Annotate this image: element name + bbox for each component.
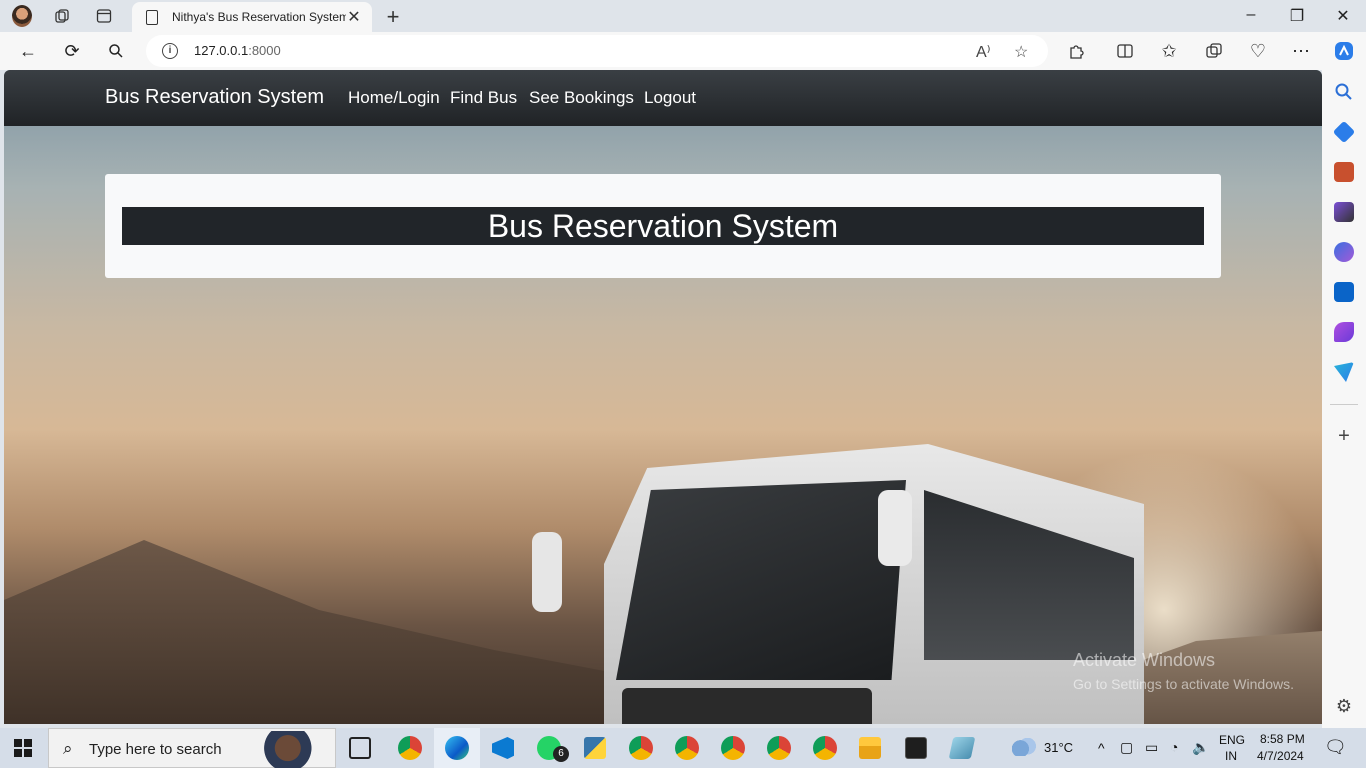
activation-watermark-title: Activate Windows xyxy=(1073,650,1216,670)
chrome-icon[interactable] xyxy=(398,736,422,760)
battery-icon[interactable]: ▭ xyxy=(1145,739,1158,756)
site-info-icon[interactable]: i xyxy=(162,43,178,59)
web-page: Bus Reservation System Home/Login Find B… xyxy=(4,70,1322,724)
taskbar-search-placeholder: Type here to search xyxy=(89,741,222,758)
favorites-icon[interactable]: ✩ xyxy=(1158,40,1180,62)
clock-date[interactable]: 4/7/2024 xyxy=(1257,749,1304,763)
browser-titlebar: Nithya's Bus Reservation System ✕ + – ❐ … xyxy=(0,0,1366,32)
extensions-icon[interactable] xyxy=(1066,40,1088,62)
new-tab-button[interactable]: + xyxy=(382,4,404,30)
profile-avatar[interactable] xyxy=(12,5,32,27)
taskbar-search-icon: ⌕ xyxy=(63,739,73,758)
tab-title: Nithya's Bus Reservation System xyxy=(172,10,346,24)
hero-card: Bus Reservation System xyxy=(105,174,1221,278)
taskbar-search[interactable]: ⌕ Type here to search xyxy=(48,728,336,768)
microsoft365-icon[interactable] xyxy=(1334,242,1354,262)
language-top[interactable]: ENG xyxy=(1219,733,1245,747)
refresh-button[interactable]: ⟳ xyxy=(61,40,83,62)
nav-home-login[interactable]: Home/Login xyxy=(348,88,440,108)
url-text[interactable]: 127.0.0.1:8000 xyxy=(194,43,281,58)
nav-find-bus[interactable]: Find Bus xyxy=(450,88,517,108)
workspaces-icon[interactable] xyxy=(52,6,72,26)
search-highlight-art xyxy=(263,731,325,768)
back-button[interactable]: ← xyxy=(17,40,39,62)
wifi-icon[interactable]: ◔ xyxy=(1170,739,1178,755)
close-window-button[interactable]: ✕ xyxy=(1332,6,1354,26)
bus-mirror-left xyxy=(532,532,562,612)
designer-icon[interactable] xyxy=(1334,322,1354,342)
read-aloud-icon[interactable]: A⁾ xyxy=(976,42,991,62)
restore-button[interactable]: ❐ xyxy=(1286,6,1308,26)
copilot-icon[interactable] xyxy=(1333,40,1355,62)
file-explorer-icon[interactable] xyxy=(859,737,881,759)
chrome-profile-3-icon[interactable] xyxy=(675,736,699,760)
sidebar-search-icon[interactable] xyxy=(1334,82,1354,102)
sidebar-divider xyxy=(1330,404,1358,405)
bus-mirror-right xyxy=(878,490,912,566)
activation-watermark-subtitle: Go to Settings to activate Windows. xyxy=(1073,676,1294,692)
chrome-profile-4-icon[interactable] xyxy=(721,736,745,760)
more-menu-icon[interactable]: ⋯ xyxy=(1290,40,1312,62)
browser-tab[interactable]: Nithya's Bus Reservation System ✕ xyxy=(132,2,372,32)
clock-time[interactable]: 8:58 PM xyxy=(1260,732,1305,746)
weather-temperature[interactable]: 31°C xyxy=(1044,740,1073,755)
site-brand-link[interactable]: Bus Reservation System xyxy=(105,86,324,109)
add-sidebar-app-icon[interactable]: + xyxy=(1334,426,1354,446)
split-screen-icon[interactable] xyxy=(1114,40,1136,62)
minimize-button[interactable]: – xyxy=(1240,6,1262,24)
tools-briefcase-icon[interactable] xyxy=(1334,162,1354,182)
nav-logout[interactable]: Logout xyxy=(644,88,696,108)
bus-grill xyxy=(622,688,872,724)
hero-title: Bus Reservation System xyxy=(122,207,1204,245)
whatsapp-badge: 6 xyxy=(553,746,569,762)
bus-windshield xyxy=(616,480,906,680)
favorite-star-icon[interactable]: ☆ xyxy=(1014,42,1028,62)
task-view-icon[interactable] xyxy=(349,737,371,759)
chrome-profile-6-icon[interactable] xyxy=(813,736,837,760)
volume-icon[interactable]: 🔈 xyxy=(1192,739,1209,756)
browser-toolbar: ← ⟳ i 127.0.0.1:8000 A⁾ ☆ ✩ ♡ ⋯ xyxy=(0,32,1366,70)
terminal-icon[interactable] xyxy=(905,737,927,759)
vertical-tabs-icon[interactable] xyxy=(94,6,114,26)
edge-sidebar: + ⚙ xyxy=(1322,70,1366,728)
avatar xyxy=(12,5,32,27)
page-icon xyxy=(146,9,158,25)
vscode-icon[interactable] xyxy=(492,737,514,759)
chrome-profile-2-icon[interactable] xyxy=(629,736,653,760)
tab-close-icon[interactable]: ✕ xyxy=(346,7,362,27)
notifications-icon[interactable]: 🗨 xyxy=(1324,737,1347,758)
tray-device-icon[interactable]: ▢ xyxy=(1120,739,1133,756)
search-icon[interactable] xyxy=(105,40,127,62)
edge-icon[interactable] xyxy=(445,736,469,760)
outlook-icon[interactable] xyxy=(1334,282,1354,302)
url-host: 127.0.0.1 xyxy=(194,43,249,58)
weather-cloud-icon[interactable] xyxy=(1012,738,1036,756)
hero-mountain xyxy=(4,540,704,724)
tray-overflow-chevron-icon[interactable]: ^ xyxy=(1098,740,1105,756)
address-bar[interactable]: i 127.0.0.1:8000 A⁾ ☆ xyxy=(146,35,1048,67)
python-icon[interactable] xyxy=(584,737,606,759)
sidebar-settings-gear-icon[interactable]: ⚙ xyxy=(1334,696,1354,716)
language-bottom[interactable]: IN xyxy=(1225,749,1237,763)
browser-essentials-icon[interactable]: ♡ xyxy=(1247,40,1269,62)
windows-taskbar: ⌕ Type here to search 6 31°C ^ ▢ ▭ ◔ 🔈 E… xyxy=(0,728,1366,768)
site-navbar: Bus Reservation System Home/Login Find B… xyxy=(4,70,1322,126)
collections-icon[interactable] xyxy=(1203,40,1225,62)
start-button[interactable] xyxy=(14,739,32,757)
nav-see-bookings[interactable]: See Bookings xyxy=(529,88,634,108)
url-port: :8000 xyxy=(248,43,281,58)
chrome-profile-5-icon[interactable] xyxy=(767,736,791,760)
send-icon[interactable] xyxy=(1334,362,1354,382)
shopping-tag-icon[interactable] xyxy=(1332,120,1356,144)
games-icon[interactable] xyxy=(1334,202,1354,222)
notepad-icon[interactable] xyxy=(948,737,976,759)
